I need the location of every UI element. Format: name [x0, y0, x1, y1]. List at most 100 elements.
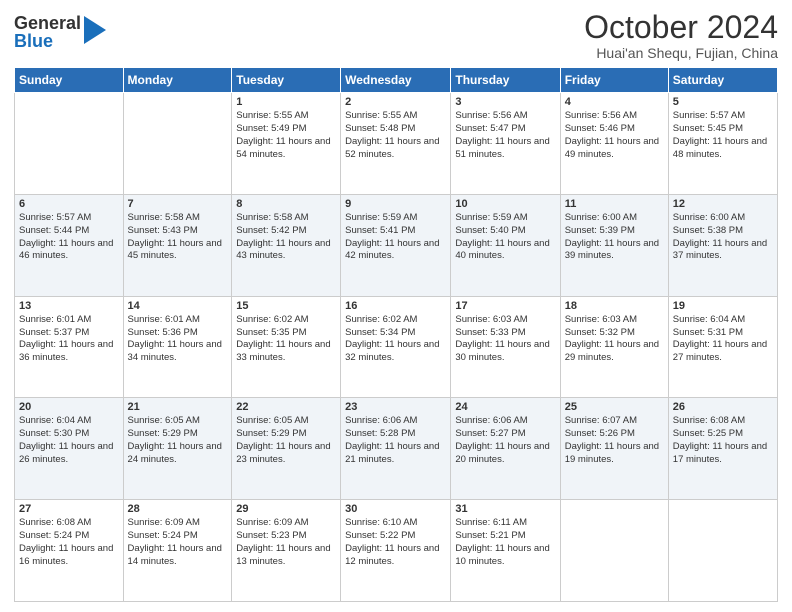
day-number: 18 [565, 300, 664, 312]
cell-info: Sunrise: 5:58 AMSunset: 5:42 PMDaylight:… [236, 212, 330, 261]
calendar-cell: 26 Sunrise: 6:08 AMSunset: 5:25 PMDayligh… [668, 398, 777, 500]
cell-info: Sunrise: 6:09 AMSunset: 5:23 PMDaylight:… [236, 517, 330, 566]
day-header-sunday: Sunday [15, 68, 124, 93]
day-number: 6 [19, 198, 119, 210]
logo-text: General Blue [14, 14, 81, 50]
cell-info: Sunrise: 6:01 AMSunset: 5:37 PMDaylight:… [19, 314, 113, 363]
cell-info: Sunrise: 6:09 AMSunset: 5:24 PMDaylight:… [128, 517, 222, 566]
calendar-week-row: 13 Sunrise: 6:01 AMSunset: 5:37 PMDayligh… [15, 296, 778, 398]
cell-info: Sunrise: 5:55 AMSunset: 5:48 PMDaylight:… [345, 110, 439, 159]
cell-info: Sunrise: 6:04 AMSunset: 5:30 PMDaylight:… [19, 415, 113, 464]
calendar-cell: 14Sunrise: 6:01 AMSunset: 5:36 PMDayligh… [123, 296, 232, 398]
calendar-cell: 23 Sunrise: 6:06 AMSunset: 5:28 PMDayligh… [341, 398, 451, 500]
calendar-cell [668, 500, 777, 602]
calendar-cell: 20 Sunrise: 6:04 AMSunset: 5:30 PMDayligh… [15, 398, 124, 500]
calendar-cell: 1 Sunrise: 5:55 AMSunset: 5:49 PMDaylight… [232, 93, 341, 195]
day-number: 7 [128, 198, 228, 210]
cell-info: Sunrise: 6:06 AMSunset: 5:28 PMDaylight:… [345, 415, 439, 464]
day-number: 19 [673, 300, 773, 312]
header: General Blue October 2024 Huai'an Shequ,… [14, 10, 778, 61]
day-number: 24 [455, 401, 555, 413]
day-number: 1 [236, 96, 336, 108]
day-number: 31 [455, 503, 555, 515]
calendar-cell: 21 Sunrise: 6:05 AMSunset: 5:29 PMDayligh… [123, 398, 232, 500]
month-title: October 2024 [584, 10, 778, 45]
calendar-cell [15, 93, 124, 195]
calendar-cell: 22 Sunrise: 6:05 AMSunset: 5:29 PMDayligh… [232, 398, 341, 500]
calendar-cell [560, 500, 668, 602]
calendar-cell: 29 Sunrise: 6:09 AMSunset: 5:23 PMDayligh… [232, 500, 341, 602]
calendar-cell: 15Sunrise: 6:02 AMSunset: 5:35 PMDayligh… [232, 296, 341, 398]
calendar-cell: 6 Sunrise: 5:57 AMSunset: 5:44 PMDaylight… [15, 194, 124, 296]
calendar-cell: 2 Sunrise: 5:55 AMSunset: 5:48 PMDaylight… [341, 93, 451, 195]
day-header-monday: Monday [123, 68, 232, 93]
calendar-table: SundayMondayTuesdayWednesdayThursdayFrid… [14, 67, 778, 602]
calendar-cell: 18 Sunrise: 6:03 AMSunset: 5:32 PMDayligh… [560, 296, 668, 398]
day-number: 2 [345, 96, 446, 108]
calendar-week-row: 20 Sunrise: 6:04 AMSunset: 5:30 PMDayligh… [15, 398, 778, 500]
cell-info: Sunrise: 5:59 AMSunset: 5:41 PMDaylight:… [345, 212, 439, 261]
cell-info: Sunrise: 6:11 AMSunset: 5:21 PMDaylight:… [455, 517, 549, 566]
calendar-page: General Blue October 2024 Huai'an Shequ,… [0, 0, 792, 612]
calendar-cell: 8 Sunrise: 5:58 AMSunset: 5:42 PMDaylight… [232, 194, 341, 296]
calendar-cell: 16Sunrise: 6:02 AMSunset: 5:34 PMDayligh… [341, 296, 451, 398]
cell-info: Sunrise: 6:08 AMSunset: 5:25 PMDaylight:… [673, 415, 767, 464]
cell-info: Sunrise: 5:55 AMSunset: 5:49 PMDaylight:… [236, 110, 330, 159]
calendar-cell: 7Sunrise: 5:58 AMSunset: 5:43 PMDaylight… [123, 194, 232, 296]
calendar-cell: 10 Sunrise: 5:59 AMSunset: 5:40 PMDayligh… [451, 194, 560, 296]
day-number: 12 [673, 198, 773, 210]
cell-info: Sunrise: 5:59 AMSunset: 5:40 PMDaylight:… [455, 212, 549, 261]
calendar-cell: 12 Sunrise: 6:00 AMSunset: 5:38 PMDayligh… [668, 194, 777, 296]
cell-info: Sunrise: 6:03 AMSunset: 5:33 PMDaylight:… [455, 314, 549, 363]
cell-info: Sunrise: 6:05 AMSunset: 5:29 PMDaylight:… [236, 415, 330, 464]
calendar-cell: 5 Sunrise: 5:57 AMSunset: 5:45 PMDaylight… [668, 93, 777, 195]
day-header-tuesday: Tuesday [232, 68, 341, 93]
day-header-saturday: Saturday [668, 68, 777, 93]
day-number: 27 [19, 503, 119, 515]
day-number: 21 [128, 401, 228, 413]
day-number: 30 [345, 503, 446, 515]
day-number: 25 [565, 401, 664, 413]
calendar-header-row: SundayMondayTuesdayWednesdayThursdayFrid… [15, 68, 778, 93]
day-number: 23 [345, 401, 446, 413]
calendar-week-row: 27 Sunrise: 6:08 AMSunset: 5:24 PMDayligh… [15, 500, 778, 602]
day-number: 5 [673, 96, 773, 108]
calendar-cell: 13 Sunrise: 6:01 AMSunset: 5:37 PMDayligh… [15, 296, 124, 398]
day-number: 10 [455, 198, 555, 210]
cell-info: Sunrise: 6:03 AMSunset: 5:32 PMDaylight:… [565, 314, 659, 363]
calendar-week-row: 6 Sunrise: 5:57 AMSunset: 5:44 PMDaylight… [15, 194, 778, 296]
cell-info: Sunrise: 6:02 AMSunset: 5:35 PMDaylight:… [236, 314, 330, 363]
calendar-week-row: 1 Sunrise: 5:55 AMSunset: 5:49 PMDaylight… [15, 93, 778, 195]
calendar-cell: 11Sunrise: 6:00 AMSunset: 5:39 PMDayligh… [560, 194, 668, 296]
day-number: 13 [19, 300, 119, 312]
cell-info: Sunrise: 6:10 AMSunset: 5:22 PMDaylight:… [345, 517, 439, 566]
header-right: October 2024 Huai'an Shequ, Fujian, Chin… [584, 10, 778, 61]
day-header-thursday: Thursday [451, 68, 560, 93]
day-header-wednesday: Wednesday [341, 68, 451, 93]
day-number: 26 [673, 401, 773, 413]
cell-info: Sunrise: 6:00 AMSunset: 5:38 PMDaylight:… [673, 212, 767, 261]
day-number: 4 [565, 96, 664, 108]
cell-info: Sunrise: 5:56 AMSunset: 5:47 PMDaylight:… [455, 110, 549, 159]
calendar-cell: 3Sunrise: 5:56 AMSunset: 5:47 PMDaylight… [451, 93, 560, 195]
cell-info: Sunrise: 5:57 AMSunset: 5:44 PMDaylight:… [19, 212, 113, 261]
day-number: 8 [236, 198, 336, 210]
day-number: 9 [345, 198, 446, 210]
calendar-cell: 17 Sunrise: 6:03 AMSunset: 5:33 PMDayligh… [451, 296, 560, 398]
cell-info: Sunrise: 6:04 AMSunset: 5:31 PMDaylight:… [673, 314, 767, 363]
cell-info: Sunrise: 6:06 AMSunset: 5:27 PMDaylight:… [455, 415, 549, 464]
day-number: 28 [128, 503, 228, 515]
day-number: 22 [236, 401, 336, 413]
day-number: 17 [455, 300, 555, 312]
cell-info: Sunrise: 6:01 AMSunset: 5:36 PMDaylight:… [128, 314, 222, 363]
calendar-cell: 30 Sunrise: 6:10 AMSunset: 5:22 PMDayligh… [341, 500, 451, 602]
cell-info: Sunrise: 6:08 AMSunset: 5:24 PMDaylight:… [19, 517, 113, 566]
day-number: 20 [19, 401, 119, 413]
calendar-cell [123, 93, 232, 195]
day-number: 29 [236, 503, 336, 515]
cell-info: Sunrise: 5:57 AMSunset: 5:45 PMDaylight:… [673, 110, 767, 159]
cell-info: Sunrise: 6:02 AMSunset: 5:34 PMDaylight:… [345, 314, 439, 363]
calendar-cell: 9 Sunrise: 5:59 AMSunset: 5:41 PMDaylight… [341, 194, 451, 296]
cell-info: Sunrise: 6:05 AMSunset: 5:29 PMDaylight:… [128, 415, 222, 464]
logo-icon [84, 16, 106, 44]
